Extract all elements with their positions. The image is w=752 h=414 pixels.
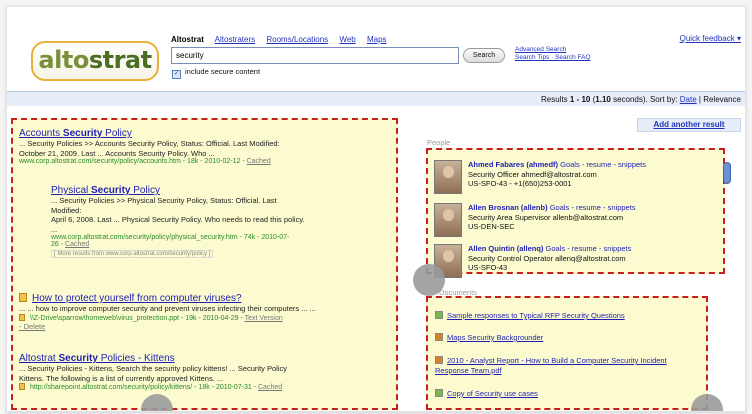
search-button[interactable]: Search xyxy=(463,48,505,63)
logo-text-strat: strat xyxy=(88,46,152,74)
cached-link[interactable]: Cached xyxy=(258,384,282,391)
results-info: Results 1 - 10 (1.10 seconds). Sort by: … xyxy=(541,95,741,104)
person-photo xyxy=(434,160,462,194)
result-snippet: ... ... how to improve computer security… xyxy=(19,304,316,313)
search-page: altostrat Altostrat Altostraters Rooms/L… xyxy=(6,6,746,412)
advanced-search-link[interactable]: Advanced Search xyxy=(515,46,591,54)
person-details: Allen Quintin (allenq) Goals - resume - … xyxy=(468,244,631,273)
result-snippet: ... Security Policies - Kittens, Search … xyxy=(19,364,288,373)
document-title: Copy of Security use cases xyxy=(447,389,538,398)
document-title: 2010 - Analyst Report - How to Build a C… xyxy=(447,356,667,365)
person-location: US-SFO-43 - +1(650)253-0001 xyxy=(468,179,572,188)
result-snippet: ... Security Policies >> Physical Securi… xyxy=(51,196,277,205)
result-accounts-security-policy: Accounts Security Policy ... Security Po… xyxy=(19,128,395,165)
person-links[interactable]: Goals - resume - snippets xyxy=(560,160,646,169)
result-url: http://sharepoint.altostrat.com/security… xyxy=(19,383,399,391)
file-icon xyxy=(19,313,25,321)
person-location: US-DEN-SEC xyxy=(468,222,515,231)
result-url: www.corp.altostrat.com/security/policy/p… xyxy=(51,234,290,241)
result-title-link[interactable]: Physical Security Policy xyxy=(51,185,391,196)
document-title: Sample responses to Typical RFP Security… xyxy=(447,311,625,320)
people-scrollbar[interactable] xyxy=(723,162,731,184)
document-analyst-report[interactable]: 2010 - Analyst Report - How to Build a C… xyxy=(435,356,667,376)
results-seconds: 1.10 xyxy=(595,95,611,104)
result-snippet: Modified: xyxy=(51,205,82,215)
person-name-link[interactable]: Allen Brosnan (allenb) xyxy=(468,203,548,212)
sort-relevance: | Relevance xyxy=(696,95,741,104)
person-links[interactable]: Goals - resume - snippets xyxy=(550,203,636,212)
nav-altostrat: Altostrat xyxy=(171,35,204,44)
person-title: Security Officer ahmedf@altostrat.com xyxy=(468,169,597,179)
document-title-cont: Response Team.pdf xyxy=(435,366,502,375)
sort-by-date-link[interactable]: Date xyxy=(680,95,697,104)
result-url: \\Z-Drive\sparrow\homeweb\virus_protecti… xyxy=(19,313,399,322)
result-title-link[interactable]: How to protect yourself from computer vi… xyxy=(19,293,399,304)
include-secure-checkbox[interactable]: ✓ xyxy=(172,70,181,79)
result-title-link[interactable]: Accounts Security Policy xyxy=(19,128,395,139)
results-range: 1 - 10 xyxy=(569,95,591,104)
person-location: US-SFO-43 xyxy=(468,263,508,272)
logo-text-alto: alto xyxy=(38,46,89,74)
person-name-link[interactable]: Ahmed Fabares (ahmedf) xyxy=(468,160,558,169)
pdf-icon xyxy=(435,356,443,364)
result-url-cont: 26 - Cached xyxy=(51,241,90,248)
spreadsheet-icon xyxy=(435,311,443,319)
add-another-result-link[interactable]: Add another result xyxy=(637,118,741,132)
file-icon xyxy=(19,383,25,390)
cached-link[interactable]: Cached xyxy=(247,158,271,165)
person-title: Security Area Supervisor allenb@altostra… xyxy=(468,212,624,222)
person-links[interactable]: Goals - resume - snippets xyxy=(546,244,632,253)
result-extra-link[interactable]: - Delete xyxy=(19,322,399,332)
person-title: Security Control Operator allenq@altostr… xyxy=(468,253,626,263)
document-maps-security[interactable]: Maps Security Backgrounder xyxy=(435,333,543,342)
person-allen-quintin[interactable]: Allen Quintin (allenq) Goals - resume - … xyxy=(431,244,721,280)
person-allen-brosnan[interactable]: Allen Brosnan (allenb) Goals - resume - … xyxy=(431,203,721,239)
cached-link[interactable]: Cached xyxy=(65,241,89,248)
document-rfp-security[interactable]: Sample responses to Typical RFP Security… xyxy=(435,311,625,320)
nav-web[interactable]: Web xyxy=(339,35,355,44)
result-security-policies-kittens: Altostrat Security Policies - Kittens ..… xyxy=(19,353,399,391)
people-section-label: People xyxy=(427,138,451,147)
quick-feedback-link[interactable]: Quick feedback ▾ xyxy=(680,34,741,43)
person-details: Ahmed Fabares (ahmedf) Goals - resume - … xyxy=(468,160,646,189)
result-snippet: Kittens. The following is a list of curr… xyxy=(19,373,224,383)
include-secure-label: include secure content xyxy=(185,67,261,76)
result-physical-security-policy: Physical Security Policy ... Security Po… xyxy=(51,185,391,258)
result-snippet: ... Security Policies >> Accounts Securi… xyxy=(19,139,280,148)
search-tips-link[interactable]: Search Tips · Search FAQ xyxy=(515,54,591,62)
advanced-search-links: Advanced Search Search Tips · Search FAQ xyxy=(515,46,591,62)
include-secure-option: ✓ include secure content xyxy=(172,67,260,79)
marker-circle xyxy=(413,264,445,296)
search-scope-nav: Altostrat Altostraters Rooms/Locations W… xyxy=(171,35,396,44)
result-snippet: April 6, 2008. Last ... Physical Securit… xyxy=(51,215,305,224)
person-details: Allen Brosnan (allenb) Goals - resume - … xyxy=(468,203,636,232)
result-virus-protection: How to protect yourself from computer vi… xyxy=(19,293,399,331)
result-title-link[interactable]: Altostrat Security Policies - Kittens xyxy=(19,353,399,364)
text-version-link[interactable]: Text Version xyxy=(245,315,283,322)
search-input[interactable] xyxy=(171,47,459,64)
nav-rooms-locations[interactable]: Rooms/Locations xyxy=(266,35,328,44)
nav-altostraters[interactable]: Altostraters xyxy=(215,35,255,44)
document-security-use-cases[interactable]: Copy of Security use cases xyxy=(435,389,538,398)
person-name-link[interactable]: Allen Quintin (allenq) xyxy=(468,244,543,253)
more-results-link[interactable]: [ More results from www.corp.altostrat.c… xyxy=(51,250,214,258)
results-sort-label: seconds). Sort by: xyxy=(610,95,680,104)
documents-section-label: Documents xyxy=(439,288,477,297)
altostrat-logo[interactable]: altostrat xyxy=(31,41,159,81)
powerpoint-icon xyxy=(19,293,27,302)
document-icon xyxy=(435,333,443,341)
result-url: www.corp.altostrat.com/security/policy/a… xyxy=(19,158,271,165)
marker-circle xyxy=(691,394,723,411)
result-snippet: ... xyxy=(51,224,58,234)
spreadsheet-icon xyxy=(435,389,443,397)
person-ahmed-fabares[interactable]: Ahmed Fabares (ahmedf) Goals - resume - … xyxy=(431,160,721,196)
nav-maps[interactable]: Maps xyxy=(367,35,387,44)
document-title: Maps Security Backgrounder xyxy=(447,333,544,342)
person-photo xyxy=(434,203,462,237)
results-prefix: Results xyxy=(541,95,570,104)
result-snippet: October 21, 2009. Last ... Accounts Secu… xyxy=(19,148,215,158)
